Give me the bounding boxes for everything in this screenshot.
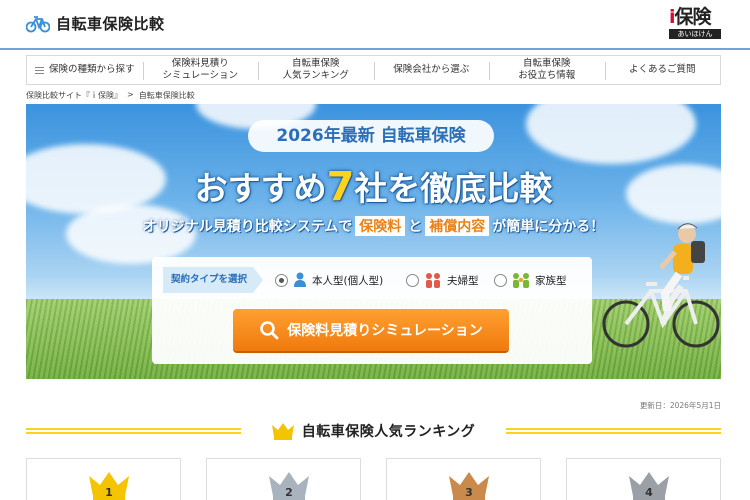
couple-icon bbox=[426, 273, 440, 288]
breadcrumb-home[interactable]: 保険比較サイト『ｉ保険』 bbox=[26, 90, 122, 101]
headline-post: 社を徹底比較 bbox=[354, 169, 553, 208]
headline-pre: おすすめ bbox=[194, 169, 327, 208]
ranking-card-3[interactable]: 3 bbox=[386, 458, 541, 500]
nav-label: 人気ランキング bbox=[282, 70, 349, 81]
hero-banner: 2026年最新 自転車保険 おすすめ7社を徹底比較 オリジナル見積り比較システム… bbox=[26, 104, 721, 379]
crown-icon bbox=[271, 423, 294, 440]
simulation-form: 契約タイプを選択 本人型(個人型) 夫婦型 家族型 保険料見積りシミュレーション bbox=[152, 257, 592, 364]
rank-crown-2: 2 bbox=[269, 470, 309, 500]
ranking-card-4[interactable]: 4 bbox=[566, 458, 721, 500]
radio-individual[interactable] bbox=[275, 273, 288, 287]
brand-logo[interactable]: i保険 あいほけん bbox=[669, 7, 721, 41]
headline-number: 7 bbox=[326, 164, 355, 210]
rank-crown-1: 1 bbox=[89, 470, 129, 500]
simulation-button[interactable]: 保険料見積りシミュレーション bbox=[233, 309, 509, 351]
nav-faq[interactable]: よくあるご質問 bbox=[604, 56, 721, 84]
nav-label: よくあるご質問 bbox=[628, 64, 696, 75]
ranking-heading: 自転車保険人気ランキング bbox=[26, 419, 721, 443]
option-label: 本人型(個人型) bbox=[312, 274, 384, 287]
option-label: 夫婦型 bbox=[447, 274, 479, 287]
nav-ranking[interactable]: 自転車保険 人気ランキング bbox=[258, 56, 374, 84]
heading-stripe-left bbox=[26, 428, 241, 434]
heading-stripe-right bbox=[506, 428, 721, 434]
brand-name: 保険 bbox=[674, 6, 712, 28]
person-icon bbox=[294, 272, 306, 287]
site-logo[interactable]: 自転車保険比較 bbox=[26, 13, 165, 34]
nav-label: 保険料見積り bbox=[171, 58, 229, 69]
global-nav: 保険の種類から探す 保険料見積り シミュレーション 自転車保険 人気ランキング 保険… bbox=[26, 55, 721, 85]
nav-simulation[interactable]: 保険料見積り シミュレーション bbox=[142, 56, 259, 84]
radio-family[interactable] bbox=[494, 273, 507, 287]
updated-date: 更新日：2026年5月1日 bbox=[639, 401, 721, 410]
ranking-cards: 1 2 3 4 bbox=[26, 458, 721, 500]
sub-highlight-premium: 保険料 bbox=[355, 216, 406, 236]
option-couple[interactable]: 夫婦型 bbox=[406, 268, 479, 292]
nav-insurance-types[interactable]: 保険の種類から探す bbox=[27, 56, 143, 84]
breadcrumb-separator: > bbox=[127, 90, 134, 99]
rank-crown-4: 4 bbox=[629, 470, 669, 500]
site-header: 自転車保険比較 i保険 あいほけん bbox=[0, 0, 750, 50]
brand-sub: あいほけん bbox=[669, 29, 721, 39]
family-icon bbox=[513, 273, 529, 288]
hero-pill: 2026年最新 自転車保険 bbox=[248, 120, 494, 152]
ranking-card-2[interactable]: 2 bbox=[206, 458, 361, 500]
breadcrumb: 保険比較サイト『ｉ保険』 > 自転車保険比較 bbox=[26, 90, 195, 101]
site-title: 自転車保険比較 bbox=[56, 15, 165, 33]
menu-icon bbox=[34, 66, 44, 74]
hero-headline: おすすめ7社を徹底比較 bbox=[26, 162, 721, 210]
sub-post: が簡単に分かる！ bbox=[492, 219, 605, 235]
nav-label: 自転車保険 bbox=[522, 58, 571, 69]
cyclist-illustration bbox=[602, 223, 720, 348]
rank-crown-3: 3 bbox=[449, 470, 489, 500]
ranking-title: 自転車保険人気ランキング bbox=[301, 424, 476, 440]
sub-highlight-coverage: 補償内容 bbox=[425, 216, 490, 236]
nav-companies[interactable]: 保険会社から選ぶ bbox=[373, 56, 490, 84]
ranking-card-1[interactable]: 1 bbox=[26, 458, 181, 500]
option-label: 家族型 bbox=[535, 274, 567, 287]
nav-label: 自転車保険 bbox=[291, 58, 340, 69]
nav-useful-info[interactable]: 自転車保険 お役立ち情報 bbox=[489, 56, 605, 84]
nav-label: シミュレーション bbox=[162, 70, 239, 81]
rank-number: 3 bbox=[465, 486, 473, 499]
rank-number: 1 bbox=[105, 486, 113, 499]
option-family[interactable]: 家族型 bbox=[494, 268, 567, 292]
sub-mid: と bbox=[408, 219, 423, 235]
radio-couple[interactable] bbox=[406, 273, 419, 287]
rank-number: 4 bbox=[645, 486, 653, 499]
bicycle-icon bbox=[26, 15, 50, 32]
nav-label: 保険の種類から探す bbox=[48, 64, 135, 75]
search-icon bbox=[260, 321, 279, 340]
contract-type-label: 契約タイプを選択 bbox=[163, 267, 263, 293]
sub-pre: オリジナル見積り比較システムで bbox=[142, 219, 353, 235]
nav-label: 保険会社から選ぶ bbox=[393, 64, 470, 75]
cloud bbox=[526, 104, 696, 164]
rank-number: 2 bbox=[285, 486, 293, 499]
nav-label: お役立ち情報 bbox=[518, 70, 576, 81]
breadcrumb-current: 自転車保険比較 bbox=[138, 91, 195, 100]
option-individual[interactable]: 本人型(個人型) bbox=[275, 268, 383, 292]
simulation-button-label: 保険料見積りシミュレーション bbox=[287, 323, 483, 339]
